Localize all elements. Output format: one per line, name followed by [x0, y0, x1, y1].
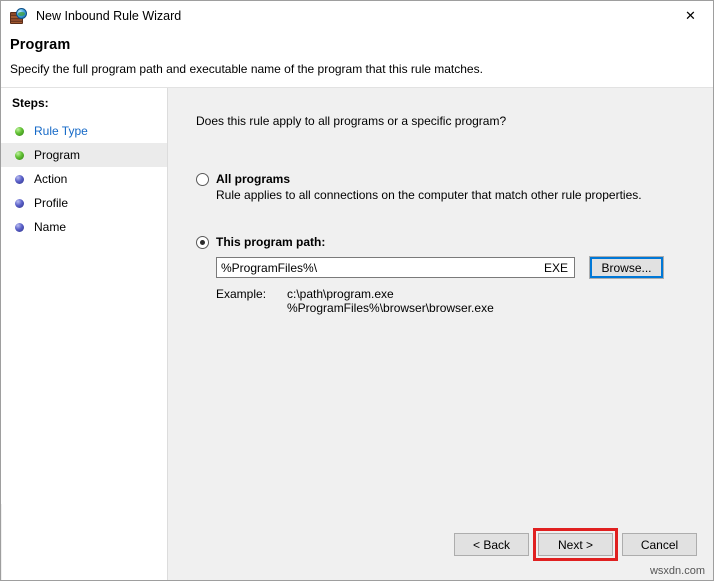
question-text: Does this rule apply to all programs or …	[196, 114, 713, 128]
close-icon[interactable]: ✕	[668, 2, 713, 31]
example-block: Example: c:\path\program.exe %ProgramFil…	[216, 287, 713, 315]
program-path-value: %ProgramFiles%\	[221, 261, 544, 275]
sidebar-item-label: Action	[34, 172, 67, 186]
example-line-1: c:\path\program.exe	[287, 287, 394, 301]
sidebar-item-program[interactable]: Program	[1, 143, 167, 167]
footer-sidebar-extension	[2, 504, 168, 580]
steps-title: Steps:	[1, 96, 167, 119]
step-bullet-icon	[15, 127, 24, 136]
program-path-suffix: EXE	[544, 261, 570, 275]
watermark: wsxdn.com	[650, 565, 705, 577]
sidebar-item-label: Profile	[34, 196, 68, 210]
step-bullet-icon	[15, 223, 24, 232]
example-line-2: %ProgramFiles%\browser\browser.exe	[287, 301, 494, 315]
wizard-body: Steps: Rule Type Program Action Profile …	[1, 88, 713, 504]
example-label: Example:	[216, 287, 287, 315]
sidebar-item-profile[interactable]: Profile	[1, 191, 167, 215]
step-bullet-icon	[15, 175, 24, 184]
step-bullet-icon	[15, 151, 24, 160]
program-path-block: This program path: %ProgramFiles%\ EXE B…	[196, 235, 713, 315]
steps-sidebar: Steps: Rule Type Program Action Profile …	[1, 88, 168, 504]
radio-program-path-label: This program path:	[216, 235, 325, 249]
sidebar-item-rule-type[interactable]: Rule Type	[1, 119, 167, 143]
browse-button[interactable]: Browse...	[589, 256, 664, 279]
title-bar: New Inbound Rule Wizard ✕	[1, 1, 713, 31]
sidebar-item-action[interactable]: Action	[1, 167, 167, 191]
page-subtitle: Specify the full program path and execut…	[10, 62, 713, 76]
step-bullet-icon	[15, 199, 24, 208]
page-title: Program	[10, 37, 713, 53]
back-button[interactable]: < Back	[454, 533, 529, 556]
next-button[interactable]: Next >	[538, 533, 613, 556]
sidebar-item-label: Name	[34, 220, 66, 234]
firewall-globe-icon	[10, 8, 27, 25]
sidebar-item-name[interactable]: Name	[1, 215, 167, 239]
sidebar-item-label: Program	[34, 148, 80, 162]
window-title: New Inbound Rule Wizard	[36, 9, 181, 23]
wizard-window: New Inbound Rule Wizard ✕ Program Specif…	[0, 0, 714, 581]
program-path-input[interactable]: %ProgramFiles%\ EXE	[216, 257, 575, 278]
radio-all-programs[interactable]: All programs	[196, 172, 713, 186]
wizard-footer: < Back Next > Cancel wsxdn.com	[1, 504, 713, 580]
radio-all-programs-indicator[interactable]	[196, 173, 209, 186]
all-programs-description: Rule applies to all connections on the c…	[216, 188, 713, 202]
page-header: Program Specify the full program path an…	[1, 31, 713, 88]
example-lines: c:\path\program.exe %ProgramFiles%\brows…	[287, 287, 494, 315]
radio-all-programs-label: All programs	[216, 172, 290, 186]
radio-program-path[interactable]: This program path:	[196, 235, 713, 249]
sidebar-item-label: Rule Type	[34, 124, 88, 138]
program-path-input-row: %ProgramFiles%\ EXE Browse...	[216, 256, 713, 279]
cancel-button[interactable]: Cancel	[622, 533, 697, 556]
main-content: Does this rule apply to all programs or …	[168, 88, 713, 504]
radio-program-path-indicator[interactable]	[196, 236, 209, 249]
